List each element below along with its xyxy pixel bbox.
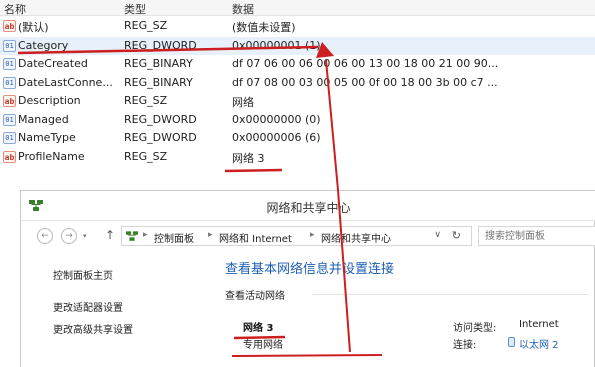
value-type: REG_SZ <box>124 94 168 107</box>
column-header-type[interactable]: 类型 <box>124 1 146 17</box>
network-type-link[interactable]: 专用网络 <box>243 336 283 351</box>
value-data: df 07 08 00 03 00 05 00 0f 00 18 00 3b 0… <box>232 76 498 89</box>
registry-row[interactable]: ab (默认) REG_SZ (数值未设置) <box>0 17 595 35</box>
connection-label: 连接: <box>453 340 477 351</box>
value-type: REG_SZ <box>124 150 168 163</box>
binary-value-icon: 01 <box>3 77 16 89</box>
chevron-down-icon[interactable]: ∨ <box>434 230 441 240</box>
up-arrow-icon[interactable]: ↑ <box>105 228 115 242</box>
string-value-icon: ab <box>3 20 16 32</box>
registry-row[interactable]: 01 NameType REG_DWORD 0x00000006 (6) <box>0 129 595 147</box>
refresh-icon[interactable]: ↻ <box>452 229 461 242</box>
binary-value-icon: 01 <box>3 40 16 52</box>
page-title: 查看基本网络信息并设置连接 <box>225 262 395 277</box>
value-name: NameType <box>18 131 76 144</box>
registry-row[interactable]: 01 DateCreated REG_BINARY df 07 06 00 06… <box>0 55 595 73</box>
value-type: REG_SZ <box>124 19 168 32</box>
access-type-label: 访问类型: <box>453 323 497 334</box>
breadcrumb-network-sharing[interactable]: 网络和共享中心 <box>321 230 391 245</box>
section-label: 查看活动网络 <box>225 291 285 302</box>
registry-row[interactable]: 01 DateLastConne... REG_BINARY df 07 08 … <box>0 74 595 92</box>
address-bar[interactable]: ▸ 控制面板 ▸ 网络和 Internet ▸ 网络和共享中心 ∨ ↻ <box>121 226 472 246</box>
value-data: 0x00000001 (1) <box>232 39 321 52</box>
value-data: 0x00000000 (0) <box>232 113 321 126</box>
value-data: df 07 06 00 06 00 06 00 13 00 18 00 21 0… <box>232 57 499 70</box>
value-type: REG_DWORD <box>124 113 197 126</box>
access-type-value: Internet <box>519 319 559 330</box>
address-toolbar: ← → ▾ ↑ ▸ 控制面板 ▸ 网络和 Internet ▸ 网络和共享中心 … <box>21 221 595 251</box>
column-header-name[interactable]: 名称 <box>4 1 26 17</box>
value-name: Category <box>18 39 69 52</box>
value-data: (数值未设置) <box>232 21 296 34</box>
network-name: 网络 3 <box>243 323 274 334</box>
value-name: DateLastConne... <box>18 76 113 89</box>
section-divider <box>313 294 588 295</box>
value-data: 网络 <box>232 96 254 109</box>
value-name: Managed <box>18 113 69 126</box>
search-input[interactable] <box>485 229 593 243</box>
network-sharing-center-window: 网络和共享中心 ← → ▾ ↑ ▸ 控制面板 ▸ 网络和 Internet ▸ … <box>20 190 595 367</box>
value-name: ProfileName <box>18 150 85 163</box>
control-panel-icon <box>126 231 138 241</box>
value-name: Description <box>18 94 81 107</box>
value-name: DateCreated <box>18 57 88 70</box>
registry-row[interactable]: ab Description REG_SZ 网络 <box>0 92 595 110</box>
binary-value-icon: 01 <box>3 132 16 144</box>
registry-row[interactable]: 01 Category REG_DWORD 0x00000001 (1) <box>0 37 595 55</box>
value-name: (默认) <box>18 21 49 34</box>
value-data: 网络 3 <box>232 152 265 165</box>
search-box[interactable] <box>478 226 595 246</box>
value-type: REG_DWORD <box>124 39 197 52</box>
breadcrumb-control-panel[interactable]: 控制面板 <box>154 230 194 245</box>
registry-value-list: 名称 类型 数据 ab (默认) REG_SZ (数值未设置) 01 Categ… <box>0 0 595 190</box>
connection-link[interactable]: 以太网 2 <box>519 336 559 351</box>
string-value-icon: ab <box>3 151 16 163</box>
sidebar-item-control-panel-home[interactable]: 控制面板主页 <box>53 267 113 282</box>
forward-button[interactable]: → <box>61 228 77 244</box>
value-data: 0x00000006 (6) <box>232 131 321 144</box>
breadcrumb-separator-icon: ▸ <box>310 230 315 240</box>
value-type: REG_DWORD <box>124 131 197 144</box>
title-bar[interactable]: 网络和共享中心 <box>21 191 595 221</box>
sidebar-item-advanced-sharing[interactable]: 更改高级共享设置 <box>53 321 133 336</box>
ethernet-icon <box>508 337 515 347</box>
breadcrumb-separator-icon: ▸ <box>143 230 148 240</box>
column-header-data[interactable]: 数据 <box>232 1 254 17</box>
binary-value-icon: 01 <box>3 58 16 70</box>
binary-value-icon: 01 <box>3 114 16 126</box>
back-button[interactable]: ← <box>37 228 53 244</box>
sidebar-item-change-adapter[interactable]: 更改适配器设置 <box>53 299 123 314</box>
value-type: REG_BINARY <box>124 76 193 89</box>
string-value-icon: ab <box>3 95 16 107</box>
registry-row[interactable]: 01 Managed REG_DWORD 0x00000000 (0) <box>0 111 595 129</box>
window-title: 网络和共享中心 <box>266 201 351 215</box>
breadcrumb-separator-icon: ▸ <box>208 230 213 240</box>
value-type: REG_BINARY <box>124 57 193 70</box>
recent-locations-icon[interactable]: ▾ <box>83 232 87 240</box>
registry-row[interactable]: ab ProfileName REG_SZ 网络 3 <box>0 148 595 166</box>
breadcrumb-network-internet[interactable]: 网络和 Internet <box>219 230 292 245</box>
list-header: 名称 类型 数据 <box>0 0 595 16</box>
